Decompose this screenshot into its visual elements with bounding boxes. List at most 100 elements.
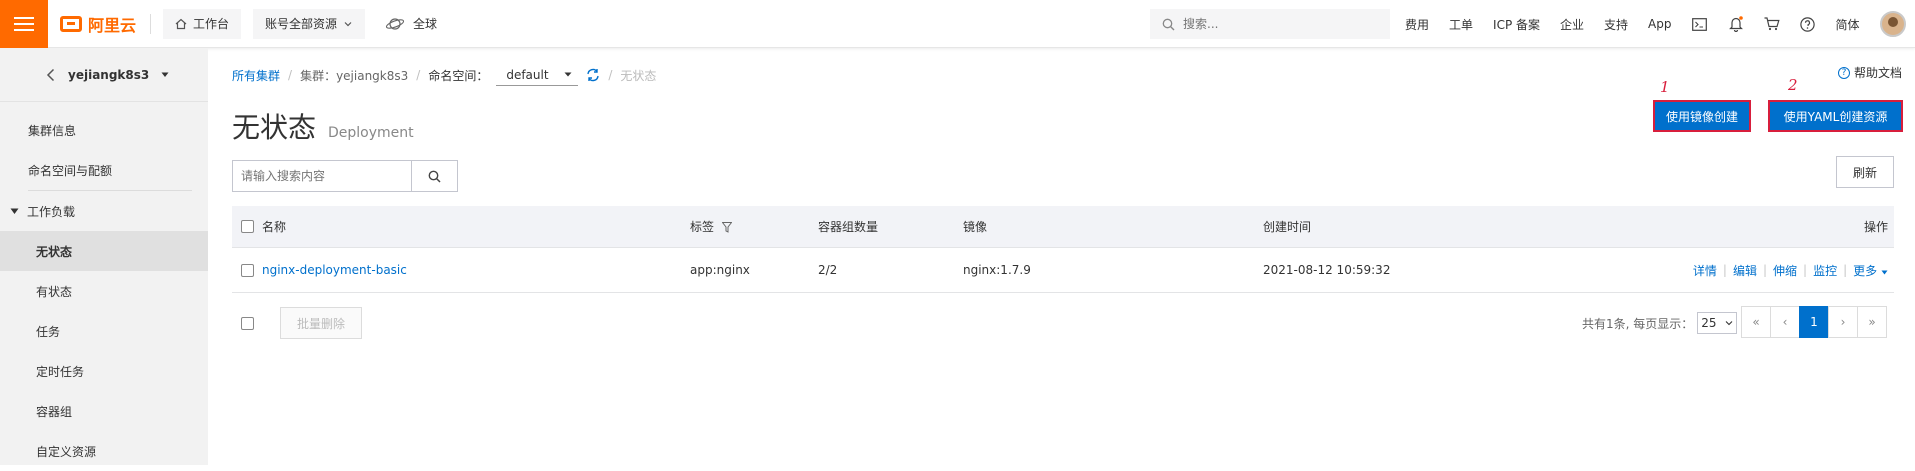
footer-select-all-checkbox[interactable] bbox=[240, 316, 254, 330]
sidebar-item-namespaces[interactable]: 命名空间与配额 bbox=[0, 150, 208, 190]
sidebar: yejiangk8s3 集群信息 命名空间与配额 工作负载 无状态 有状态 任务… bbox=[0, 48, 208, 465]
page-size-value: 25 bbox=[1701, 316, 1717, 330]
details-link[interactable]: 详情 bbox=[1693, 262, 1717, 279]
workbench-button[interactable]: 工作台 bbox=[163, 8, 242, 39]
home-icon bbox=[175, 18, 187, 29]
edit-link[interactable]: 编辑 bbox=[1733, 262, 1757, 279]
more-label: 更多 bbox=[1853, 263, 1878, 278]
sidebar-item-label: 集群信息 bbox=[28, 123, 77, 138]
page-size-select[interactable]: 25 bbox=[1697, 312, 1738, 334]
breadcrumb-separator: / bbox=[288, 68, 293, 82]
page-title: 无状态 bbox=[232, 111, 317, 144]
ticket-link[interactable]: 工单 bbox=[1449, 16, 1473, 33]
sidebar-item-label: 容器组 bbox=[36, 404, 73, 419]
avatar[interactable] bbox=[1879, 11, 1906, 37]
row-select-cell bbox=[232, 263, 262, 277]
deployment-name-link[interactable]: nginx-deployment-basic bbox=[262, 263, 407, 277]
last-page-button[interactable]: » bbox=[1857, 306, 1887, 338]
region-selector[interactable]: 全球 bbox=[385, 15, 437, 32]
sidebar-item-label: 无状态 bbox=[36, 244, 73, 259]
create-from-yaml-button[interactable]: 使用YAML创建资源 bbox=[1768, 100, 1903, 132]
language-switch[interactable]: 简体 bbox=[1836, 16, 1860, 33]
more-dropdown[interactable]: 更多 bbox=[1853, 262, 1888, 279]
row-pods: 2/2 bbox=[818, 263, 838, 277]
sidebar-item-label: 自定义资源 bbox=[36, 444, 97, 459]
monitor-link[interactable]: 监控 bbox=[1813, 262, 1837, 279]
row-name-cell: nginx-deployment-basic bbox=[262, 263, 690, 277]
app-link[interactable]: App bbox=[1648, 17, 1671, 31]
breadcrumb-separator: / bbox=[416, 68, 421, 82]
sidebar-item-pods[interactable]: 容器组 bbox=[0, 391, 208, 431]
pagination: « ‹ 1 › » bbox=[1741, 306, 1887, 338]
row-checkbox[interactable] bbox=[240, 263, 254, 277]
terminal-icon[interactable] bbox=[1692, 16, 1708, 32]
annotation-marker-2: 2 bbox=[1788, 76, 1798, 94]
sidebar-item-deployments[interactable]: 无状态 bbox=[0, 231, 208, 271]
icp-link[interactable]: ICP 备案 bbox=[1493, 16, 1540, 33]
batch-delete-button[interactable]: 批量删除 bbox=[280, 307, 362, 339]
row-created: 2021-08-12 10:59:32 bbox=[1263, 263, 1391, 277]
deployments-table: 名称 标签 容器组数量 镜像 创建时间 操作 nginx-deployment-… bbox=[232, 206, 1894, 293]
search-input[interactable] bbox=[232, 160, 412, 192]
bell-icon[interactable] bbox=[1728, 16, 1744, 32]
refresh-button[interactable]: 刷新 bbox=[1836, 156, 1894, 188]
refresh-icon[interactable] bbox=[586, 68, 600, 82]
logo-text: 阿里云 bbox=[88, 15, 137, 35]
row-label: app:nginx bbox=[690, 263, 750, 277]
top-right-links: 费用 工单 ICP 备案 企业 支持 App 简体 bbox=[1405, 0, 1906, 48]
sidebar-item-jobs[interactable]: 任务 bbox=[0, 311, 208, 351]
cluster-switcher[interactable]: yejiangk8s3 bbox=[0, 48, 208, 102]
cart-icon[interactable] bbox=[1764, 16, 1780, 32]
help-icon[interactable] bbox=[1800, 16, 1816, 32]
logo-mark-icon bbox=[60, 15, 82, 32]
global-search[interactable] bbox=[1150, 9, 1390, 39]
header-name: 名称 bbox=[262, 220, 287, 234]
planet-icon bbox=[385, 17, 405, 30]
help-docs-link[interactable]: ? 帮助文档 bbox=[1838, 64, 1902, 81]
aliyun-logo[interactable]: 阿里云 bbox=[60, 12, 136, 36]
prev-page-button[interactable]: ‹ bbox=[1770, 306, 1800, 338]
breadcrumb-all-clusters[interactable]: 所有集群 bbox=[232, 67, 280, 84]
caret-down-icon bbox=[564, 72, 572, 77]
namespace-select[interactable]: default bbox=[496, 64, 579, 86]
filter-icon[interactable] bbox=[721, 222, 732, 233]
header-label: 标签 bbox=[690, 218, 818, 235]
sidebar-group-workloads[interactable]: 工作负载 bbox=[0, 191, 208, 231]
scale-link[interactable]: 伸缩 bbox=[1773, 262, 1797, 279]
breadcrumb-current: 无状态 bbox=[620, 68, 657, 83]
first-page-button[interactable]: « bbox=[1741, 306, 1771, 338]
action-separator: | bbox=[1722, 263, 1727, 277]
billing-link[interactable]: 费用 bbox=[1405, 16, 1429, 33]
namespace-label: 命名空间： bbox=[428, 68, 489, 83]
enterprise-link[interactable]: 企业 bbox=[1560, 16, 1584, 33]
help-docs-label: 帮助文档 bbox=[1854, 66, 1903, 80]
page-number-button[interactable]: 1 bbox=[1799, 306, 1829, 338]
action-separator: | bbox=[1843, 263, 1848, 277]
resources-dropdown[interactable]: 账号全部资源 bbox=[253, 8, 366, 39]
create-from-image-button[interactable]: 使用镜像创建 bbox=[1653, 100, 1751, 132]
caret-down-icon bbox=[161, 72, 169, 77]
sidebar-item-statefulsets[interactable]: 有状态 bbox=[0, 271, 208, 311]
header-created: 创建时间 bbox=[1263, 220, 1312, 234]
support-link[interactable]: 支持 bbox=[1604, 16, 1628, 33]
sidebar-item-cluster-info[interactable]: 集群信息 bbox=[0, 110, 208, 150]
menu-icon[interactable] bbox=[0, 0, 48, 48]
back-chevron-icon[interactable] bbox=[46, 68, 56, 82]
search-bar bbox=[232, 160, 458, 192]
search-button[interactable] bbox=[412, 160, 458, 192]
header-ops: 操作 bbox=[1863, 220, 1888, 234]
breadcrumb-cluster: 集群：yejiangk8s3 bbox=[300, 68, 409, 83]
sidebar-item-cronjobs[interactable]: 定时任务 bbox=[0, 351, 208, 391]
next-page-button[interactable]: › bbox=[1828, 306, 1858, 338]
sidebar-group-label: 工作负载 bbox=[27, 204, 76, 219]
header-image: 镜像 bbox=[963, 220, 988, 234]
chevron-down-icon bbox=[1725, 321, 1733, 326]
top-navigation-bar: 阿里云 工作台 账号全部资源 全球 费用 工单 ICP 备案 企业 支持 App bbox=[0, 0, 1915, 48]
global-search-input[interactable] bbox=[1183, 17, 1373, 31]
pagination-info: 共有1条, 每页显示： 25 条 bbox=[1582, 306, 1753, 340]
action-separator: | bbox=[1803, 263, 1808, 277]
sidebar-item-custom-resources[interactable]: 自定义资源 bbox=[0, 431, 208, 471]
resources-label: 账号全部资源 bbox=[265, 17, 338, 31]
select-all-checkbox[interactable] bbox=[240, 220, 254, 233]
annotation-marker-1: 1 bbox=[1660, 78, 1670, 96]
